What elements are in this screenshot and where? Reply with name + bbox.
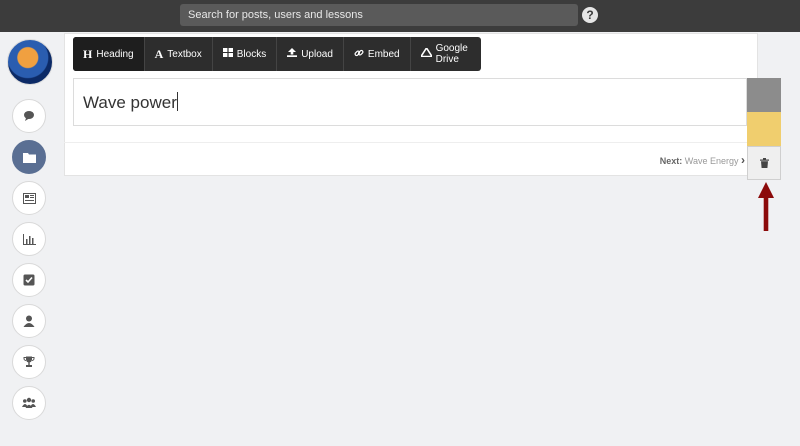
heading-label: Heading	[96, 48, 134, 60]
upload-icon	[287, 48, 298, 60]
text-caret	[176, 92, 178, 111]
google-drive-icon	[419, 46, 434, 60]
help-icon[interactable]: ?	[582, 7, 598, 23]
google-drive-button[interactable]: Google Drive	[411, 37, 481, 71]
sidebar	[0, 32, 60, 446]
comments-icon[interactable]	[12, 99, 46, 133]
folder-icon[interactable]	[12, 140, 46, 174]
trash-icon	[759, 158, 769, 168]
color-swatch-yellow[interactable]	[747, 112, 781, 146]
next-lesson-link[interactable]: Next: Wave Energy ›	[620, 153, 745, 167]
heading-text: Wave power	[83, 93, 177, 112]
divider	[64, 142, 758, 143]
heading-button[interactable]: H Heading	[73, 37, 145, 71]
group-icon[interactable]	[12, 386, 46, 420]
upload-button[interactable]: Upload	[277, 37, 344, 71]
heading-text-field[interactable]: Wave power	[73, 78, 747, 126]
blocks-label: Blocks	[236, 48, 267, 60]
user-icon[interactable]	[12, 304, 46, 338]
top-bar: Search for posts, users and lessons ?	[0, 0, 800, 32]
embed-button[interactable]: Embed	[344, 37, 411, 71]
blocks-button[interactable]: Blocks	[213, 37, 278, 71]
color-swatch-grey[interactable]	[747, 78, 781, 112]
chart-icon[interactable]	[12, 222, 46, 256]
search-input[interactable]: Search for posts, users and lessons	[180, 4, 578, 26]
textbox-label: Textbox	[167, 48, 202, 60]
delete-button[interactable]	[747, 146, 781, 180]
embed-label: Embed	[367, 48, 400, 60]
upload-label: Upload	[301, 48, 333, 60]
check-icon[interactable]	[12, 263, 46, 297]
textbox-icon: A	[154, 46, 164, 61]
chevron-right-icon: ›	[741, 153, 745, 167]
avatar[interactable]	[7, 39, 53, 85]
embed-icon	[354, 48, 364, 61]
textbox-button[interactable]: A Textbox	[145, 37, 213, 71]
blocks-icon	[222, 48, 233, 60]
editor-toolbar: H Heading A Textbox Blocks Upload Embed …	[73, 37, 481, 71]
next-label: Next:	[659, 156, 683, 166]
google-drive-label: Google Drive	[435, 43, 468, 65]
news-icon[interactable]	[12, 181, 46, 215]
heading-icon: H	[83, 46, 93, 61]
annotation-arrow-icon	[758, 182, 774, 231]
trophy-icon[interactable]	[12, 345, 46, 379]
block-controls	[747, 78, 781, 180]
next-lesson-title: Wave Energy	[684, 156, 739, 166]
